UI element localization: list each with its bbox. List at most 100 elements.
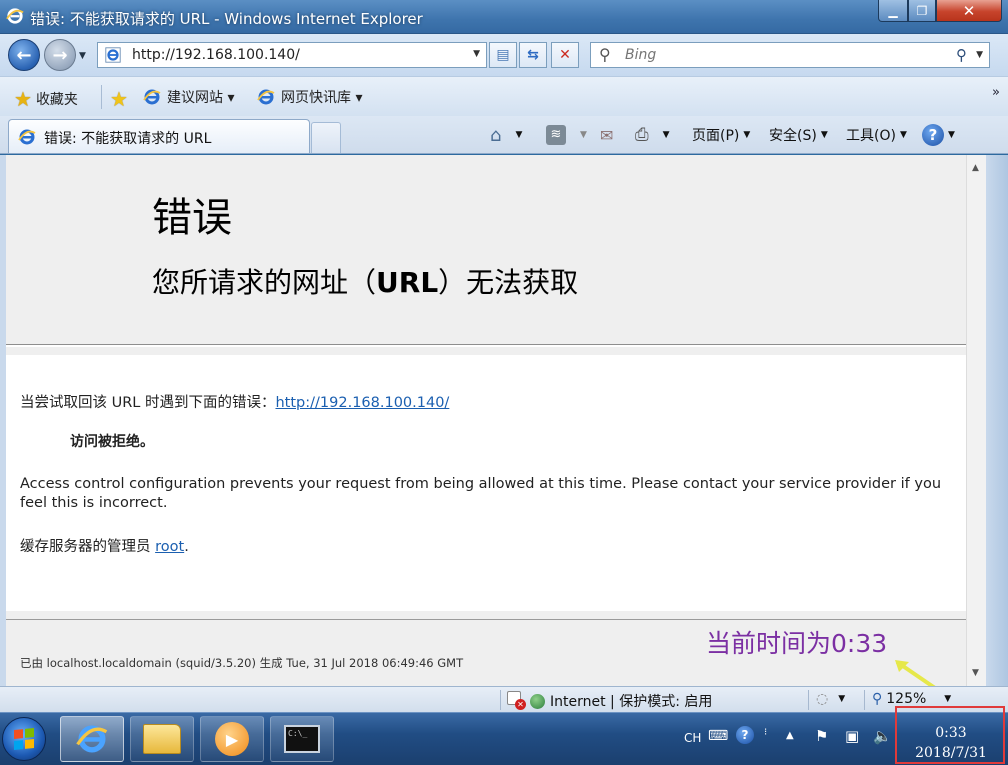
language-indicator[interactable]: CH xyxy=(684,731,701,745)
search-box[interactable]: ⚲ ⚲ ▼ xyxy=(590,42,990,68)
security-zone[interactable]: Internet | 保护模式: 启用 xyxy=(530,691,712,711)
attempt-paragraph: 当尝试取回该 URL 时遇到下面的错误：http://192.168.100.1… xyxy=(20,395,450,411)
clock-highlight-box xyxy=(895,706,1005,764)
back-button[interactable]: ← xyxy=(8,39,40,71)
taskbar-cmd[interactable]: C:\_ xyxy=(270,716,334,762)
window-title: 错误: 不能获取请求的 URL - Windows Internet Explo… xyxy=(30,10,423,28)
taskbar-explorer[interactable] xyxy=(130,716,194,762)
tools-menu-label: 工具(O) xyxy=(846,128,896,144)
tab-label: 错误: 不能获取请求的 URL xyxy=(44,131,212,147)
address-url[interactable]: http://192.168.100.140/ xyxy=(132,47,300,63)
forward-button[interactable]: → xyxy=(44,39,76,71)
mail-icon: ✉ xyxy=(600,125,614,145)
tab-current[interactable]: 错误: 不能获取请求的 URL xyxy=(8,119,310,153)
ime-options-icon[interactable]: ⁝ xyxy=(764,727,767,738)
compatibility-icon: ▤ xyxy=(496,47,510,63)
volume-icon[interactable]: 🔈 xyxy=(873,727,892,745)
generated-by-text: 已由 localhost.localdomain (squid/3.5.20) … xyxy=(20,656,464,670)
page-subtitle: 您所请求的网址（URL）无法获取 xyxy=(152,266,579,299)
recent-pages-dropdown[interactable]: ▼ xyxy=(79,51,86,61)
header-gap xyxy=(6,347,966,355)
minimize-button[interactable]: ▁ xyxy=(878,0,908,22)
access-denied-text: 访问被拒绝。 xyxy=(70,434,154,450)
home-button[interactable]: ⌂ ▼ xyxy=(490,122,522,148)
new-tab-button[interactable] xyxy=(311,122,341,153)
more-chevron-icon[interactable]: » xyxy=(992,85,1000,100)
taskbar-ie[interactable] xyxy=(60,716,124,762)
ie-logo-icon xyxy=(6,8,24,24)
popup-blocker-icon: ◌ xyxy=(816,691,829,707)
ie-icon xyxy=(257,89,275,105)
page-title: 错误 xyxy=(152,195,232,241)
feeds-button[interactable]: ≋ ▼ xyxy=(546,122,587,148)
vertical-scrollbar[interactable]: ▲ ▼ xyxy=(966,155,986,686)
window-frame-right xyxy=(986,155,1008,686)
title-bar: 错误: 不能获取请求的 URL - Windows Internet Explo… xyxy=(0,0,1008,34)
address-dropdown-icon[interactable]: ▼ xyxy=(473,49,480,59)
favorites-button[interactable]: ★ 收藏夹 xyxy=(14,87,78,111)
help-tray-icon[interactable]: ? xyxy=(736,726,754,744)
security-zone-label: Internet | 保护模式: 启用 xyxy=(550,694,713,710)
zoom-icon: ⚲ xyxy=(872,691,883,707)
search-options-icon[interactable]: ▼ xyxy=(976,50,983,60)
footer-divider xyxy=(6,619,966,620)
blocked-content-indicator[interactable] xyxy=(507,691,526,710)
help-menu[interactable]: ? ▼ xyxy=(922,122,955,148)
refresh-icon: ⇆ xyxy=(527,47,539,63)
network-icon[interactable]: ▣ xyxy=(845,727,859,745)
time-annotation: 当前时间为0:33 xyxy=(706,629,888,658)
windows-logo-icon xyxy=(14,727,34,751)
help-icon: ? xyxy=(922,124,944,146)
read-mail-button[interactable]: ✉ xyxy=(600,122,613,148)
page-menu[interactable]: 页面(P) ▼ xyxy=(692,122,750,148)
stop-icon: ✕ xyxy=(559,47,571,63)
web-slice-gallery-button[interactable]: 网页快讯库 ▾ xyxy=(256,87,362,107)
stop-button[interactable]: ✕ xyxy=(551,42,579,68)
home-icon: ⌂ xyxy=(490,124,502,146)
web-slice-gallery-label: 网页快讯库 ▾ xyxy=(281,90,363,106)
internet-explorer-icon xyxy=(76,725,108,753)
refresh-button[interactable]: ⇆ xyxy=(519,42,547,68)
tab-bar: 错误: 不能获取请求的 URL ⌂ ▼ ≋ ▼ ✉ ⎙ ▼ 页面(P) ▼ 安全(S) ▼… xyxy=(0,116,1008,154)
suggested-sites-button[interactable]: 建议网站 ▾ xyxy=(142,87,234,107)
taskbar-media-player[interactable]: ▶ xyxy=(200,716,264,762)
start-button[interactable] xyxy=(2,717,46,761)
keyboard-icon[interactable]: ⌨ xyxy=(708,728,728,744)
search-input[interactable] xyxy=(625,46,925,64)
compatibility-view-button[interactable]: ▤ xyxy=(489,42,517,68)
search-go-icon[interactable]: ⚲ xyxy=(956,46,967,64)
print-button[interactable]: ⎙ ▼ xyxy=(635,122,670,148)
favorites-label: 收藏夹 xyxy=(35,92,78,108)
address-bar[interactable]: http://192.168.100.140/ ▼ xyxy=(97,42,487,68)
taskbar: ▶ C:\_ CH ⌨ ? ⁝ ▲ ⚑ ▣ 🔈 0:33 2018/7/31 xyxy=(0,712,1008,765)
admin-link[interactable]: root xyxy=(155,539,184,555)
favorites-separator xyxy=(101,85,102,109)
status-bar: Internet | 保护模式: 启用 ◌▼ ⚲ 125%▼ xyxy=(0,686,1008,712)
tools-menu[interactable]: 工具(O) ▼ xyxy=(846,122,907,148)
close-button[interactable]: ✕ xyxy=(936,0,1002,22)
safety-menu[interactable]: 安全(S) ▼ xyxy=(769,122,828,148)
zoom-level: 125% xyxy=(886,691,927,707)
scroll-down-icon[interactable]: ▼ xyxy=(972,668,979,678)
maximize-button[interactable]: ❐ xyxy=(908,0,936,22)
zoom-control[interactable]: ⚲ 125% ▼ xyxy=(872,691,951,707)
show-hidden-icons[interactable]: ▲ xyxy=(786,730,794,741)
add-favorite-star-icon: ★ xyxy=(110,87,128,111)
back-arrow-icon: ← xyxy=(16,44,32,66)
favorites-bar: ★ 收藏夹 ★ 建议网站 ▾ 网页快讯库 ▾ » xyxy=(0,76,1008,116)
requested-url-link[interactable]: http://192.168.100.140/ xyxy=(275,395,449,411)
popup-status[interactable]: ◌ ▼ xyxy=(816,691,845,707)
media-player-icon: ▶ xyxy=(215,722,249,756)
action-center-icon[interactable]: ⚑ xyxy=(815,727,828,745)
favorites-star-icon: ★ xyxy=(14,87,32,111)
globe-icon xyxy=(530,693,545,709)
search-provider-icon: ⚲ xyxy=(599,45,611,64)
navigation-bar: ← → ▼ http://192.168.100.140/ ▼ ▤ ⇆ ✕ ⚲ … xyxy=(0,34,1008,76)
add-to-favorites-bar-button[interactable]: ★ xyxy=(110,87,132,111)
blocked-icon xyxy=(507,691,526,710)
access-control-message: Access control configuration prevents yo… xyxy=(20,476,942,511)
scroll-up-icon[interactable]: ▲ xyxy=(972,163,979,173)
tab-ie-icon xyxy=(18,129,36,145)
suggested-sites-label: 建议网站 ▾ xyxy=(167,90,235,106)
page-ie-icon xyxy=(105,47,121,63)
